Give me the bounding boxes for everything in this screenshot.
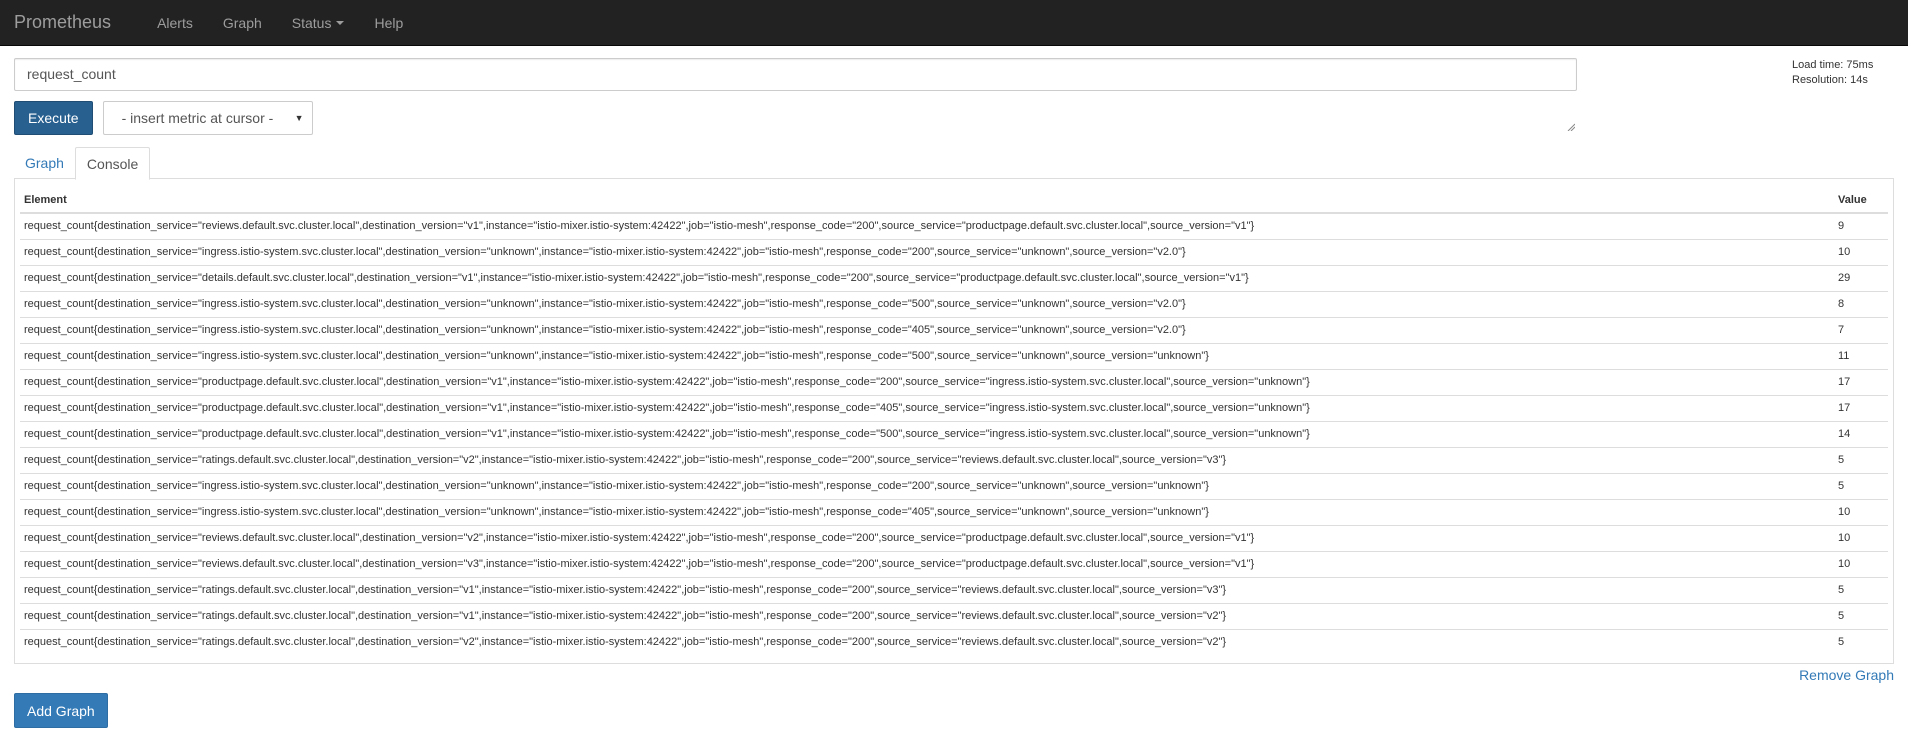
table-row: request_count{destination_service="revie… (20, 524, 1888, 551)
row-element: request_count{destination_service="ratin… (20, 576, 1834, 603)
row-element: request_count{destination_service="ratin… (20, 628, 1834, 655)
tab-console[interactable]: Console (74, 147, 151, 180)
nav-help[interactable]: Help (359, 15, 418, 31)
row-value: 11 (1834, 342, 1888, 369)
row-value: 5 (1834, 576, 1888, 603)
table-row: request_count{destination_service="revie… (20, 550, 1888, 577)
row-element: request_count{destination_service="produ… (20, 420, 1834, 447)
row-value: 10 (1834, 524, 1888, 551)
row-value: 10 (1834, 238, 1888, 265)
row-value: 10 (1834, 550, 1888, 577)
table-row: request_count{destination_service="produ… (20, 368, 1888, 395)
table-row: request_count{destination_service="ingre… (20, 238, 1888, 265)
row-value: 7 (1834, 316, 1888, 343)
nav-status-dropdown[interactable]: Status (277, 15, 360, 31)
row-element: request_count{destination_service="ingre… (20, 472, 1834, 499)
remove-graph-row: Remove Graph (14, 667, 1894, 683)
table-row: request_count{destination_service="ratin… (20, 446, 1888, 473)
add-graph-button[interactable]: Add Graph (14, 693, 108, 728)
nav-status-label: Status (291, 14, 332, 31)
table-row: request_count{destination_service="ratin… (20, 602, 1888, 629)
view-tabs: Graph Console (14, 147, 1894, 180)
table-row: request_count{destination_service="ingre… (20, 316, 1888, 343)
table-row: request_count{destination_service="ratin… (20, 628, 1888, 655)
table-row: request_count{destination_service="produ… (20, 420, 1888, 447)
table-row: request_count{destination_service="ingre… (20, 498, 1888, 525)
row-element: request_count{destination_service="ingre… (20, 342, 1834, 369)
nav-alerts[interactable]: Alerts (142, 15, 208, 31)
row-value: 5 (1834, 628, 1888, 655)
caret-down-icon (336, 20, 345, 25)
table-row: request_count{destination_service="ingre… (20, 342, 1888, 369)
query-stats: Load time: 75ms Resolution: 14s (1792, 58, 1892, 88)
row-element: request_count{destination_service="detai… (20, 264, 1834, 291)
row-value: 9 (1838, 220, 1845, 233)
expression-input[interactable]: request_count (14, 58, 1577, 91)
resolution: Resolution: 14s (1792, 74, 1868, 86)
row-value: 5 (1834, 446, 1888, 473)
nav-graph[interactable]: Graph (208, 15, 277, 31)
row-element: request_count{destination_service="ingre… (20, 316, 1834, 343)
brand-logo-link[interactable]: Prometheus (14, 12, 126, 33)
row-element: request_count{destination_service="ingre… (20, 498, 1834, 525)
row-element: request_count{destination_service="ingre… (20, 238, 1834, 265)
table-row: request_count{destination_service="produ… (20, 394, 1888, 421)
table-row: request_count{destination_service="ingre… (20, 290, 1888, 317)
row-value: 8 (1834, 290, 1888, 317)
row-value: 17 (1834, 394, 1888, 421)
tab-graph[interactable]: Graph (14, 147, 75, 179)
row-element: request_count{destination_service="ingre… (20, 290, 1834, 317)
graph-container: Load time: 75ms Resolution: 14s request_… (0, 46, 1908, 728)
column-header-element: Element (20, 188, 1834, 214)
row-element: request_count{destination_service="produ… (20, 368, 1834, 395)
top-navbar: Prometheus Alerts Graph Status Help (0, 0, 1908, 46)
table-row: request_count{destination_service="ratin… (20, 576, 1888, 603)
chevron-down-icon: ▼ (294, 113, 304, 123)
insert-metric-select-value: - insert metric at cursor - (121, 110, 274, 126)
expression-row: request_count (14, 58, 1577, 91)
table-row: request_count{destination_service="ingre… (20, 472, 1888, 499)
row-value: 5 (1834, 602, 1888, 629)
results-table: Element Value request_count{destination_… (20, 188, 1888, 655)
row-value: 29 (1834, 264, 1888, 291)
row-value: 5 (1834, 472, 1888, 499)
row-element: request_count{destination_service="revie… (20, 524, 1834, 551)
row-value: 10 (1834, 498, 1888, 525)
load-time: Load time: 75ms (1792, 59, 1874, 71)
table-row: request_count{destination_service="detai… (20, 264, 1888, 291)
execute-button[interactable]: Execute (14, 101, 93, 135)
query-controls: Execute - insert metric at cursor - ▼ (14, 101, 1894, 135)
insert-metric-select[interactable]: - insert metric at cursor - ▼ (102, 101, 313, 135)
row-value: 14 (1834, 420, 1888, 447)
table-row: request_count{destination_service="revie… (20, 213, 1888, 239)
row-value: 17 (1834, 368, 1888, 395)
row-element: request_count{destination_service="revie… (24, 220, 1255, 233)
remove-graph-link[interactable]: Remove Graph (1799, 667, 1894, 683)
resize-grip-icon[interactable] (1567, 123, 1575, 131)
results-table-body: request_count{destination_service="revie… (20, 213, 1888, 655)
row-element: request_count{destination_service="ratin… (20, 446, 1834, 473)
column-header-value: Value (1834, 188, 1888, 214)
console-panel: Element Value request_count{destination_… (14, 179, 1894, 664)
table-header-row: Element Value (20, 188, 1888, 214)
row-element: request_count{destination_service="ratin… (20, 602, 1834, 629)
row-element: request_count{destination_service="revie… (20, 550, 1834, 577)
row-element: request_count{destination_service="produ… (20, 394, 1834, 421)
